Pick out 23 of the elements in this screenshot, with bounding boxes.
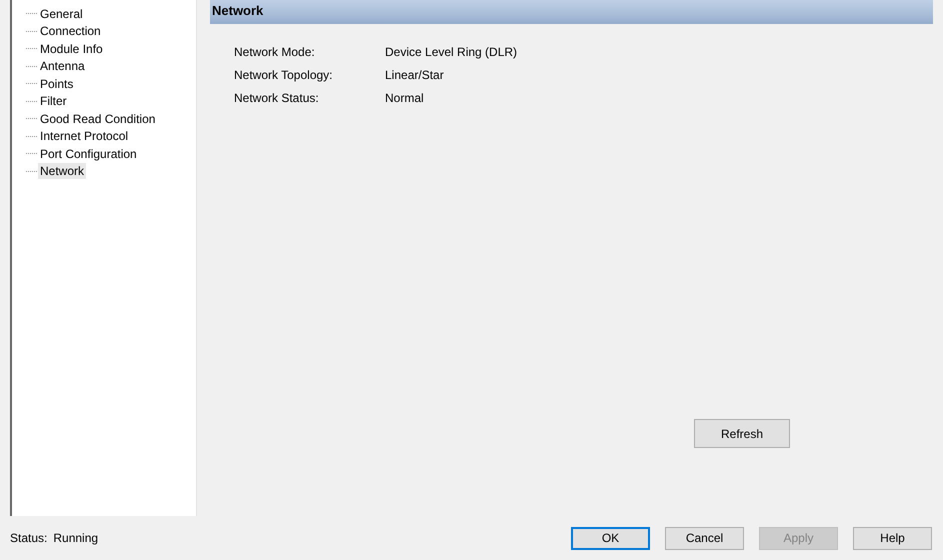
dialog-button[interactable]: OK <box>571 526 650 550</box>
refresh-button[interactable]: Refresh <box>694 419 790 448</box>
tree-item[interactable]: General <box>38 6 85 22</box>
tree-item[interactable]: Filter <box>38 93 69 110</box>
tree-item[interactable]: Points <box>38 76 76 92</box>
tree-item[interactable]: Connection <box>38 23 103 40</box>
dialog-button[interactable]: Cancel <box>665 526 744 550</box>
field-value: Linear/Star <box>385 68 445 82</box>
field-value: Normal <box>385 91 425 105</box>
status-label: Status: <box>10 531 48 545</box>
tree-item[interactable]: Port Configuration <box>38 146 139 162</box>
status-value: Running <box>53 531 98 545</box>
field-label: Network Mode: <box>234 45 316 59</box>
tree-item[interactable]: Antenna <box>38 58 87 74</box>
field-value: Device Level Ring (DLR) <box>385 45 518 59</box>
section-header: Network <box>210 0 933 24</box>
dialog-button[interactable]: Help <box>853 526 932 550</box>
tree-item[interactable]: Good Read Condition <box>38 110 158 127</box>
field-label: Network Status: <box>234 91 320 105</box>
tree-item[interactable]: Module Info <box>38 40 105 57</box>
field-label: Network Topology: <box>234 68 334 82</box>
tree-item[interactable]: Internet Protocol <box>38 128 130 144</box>
tree-item[interactable]: Network <box>38 163 86 180</box>
